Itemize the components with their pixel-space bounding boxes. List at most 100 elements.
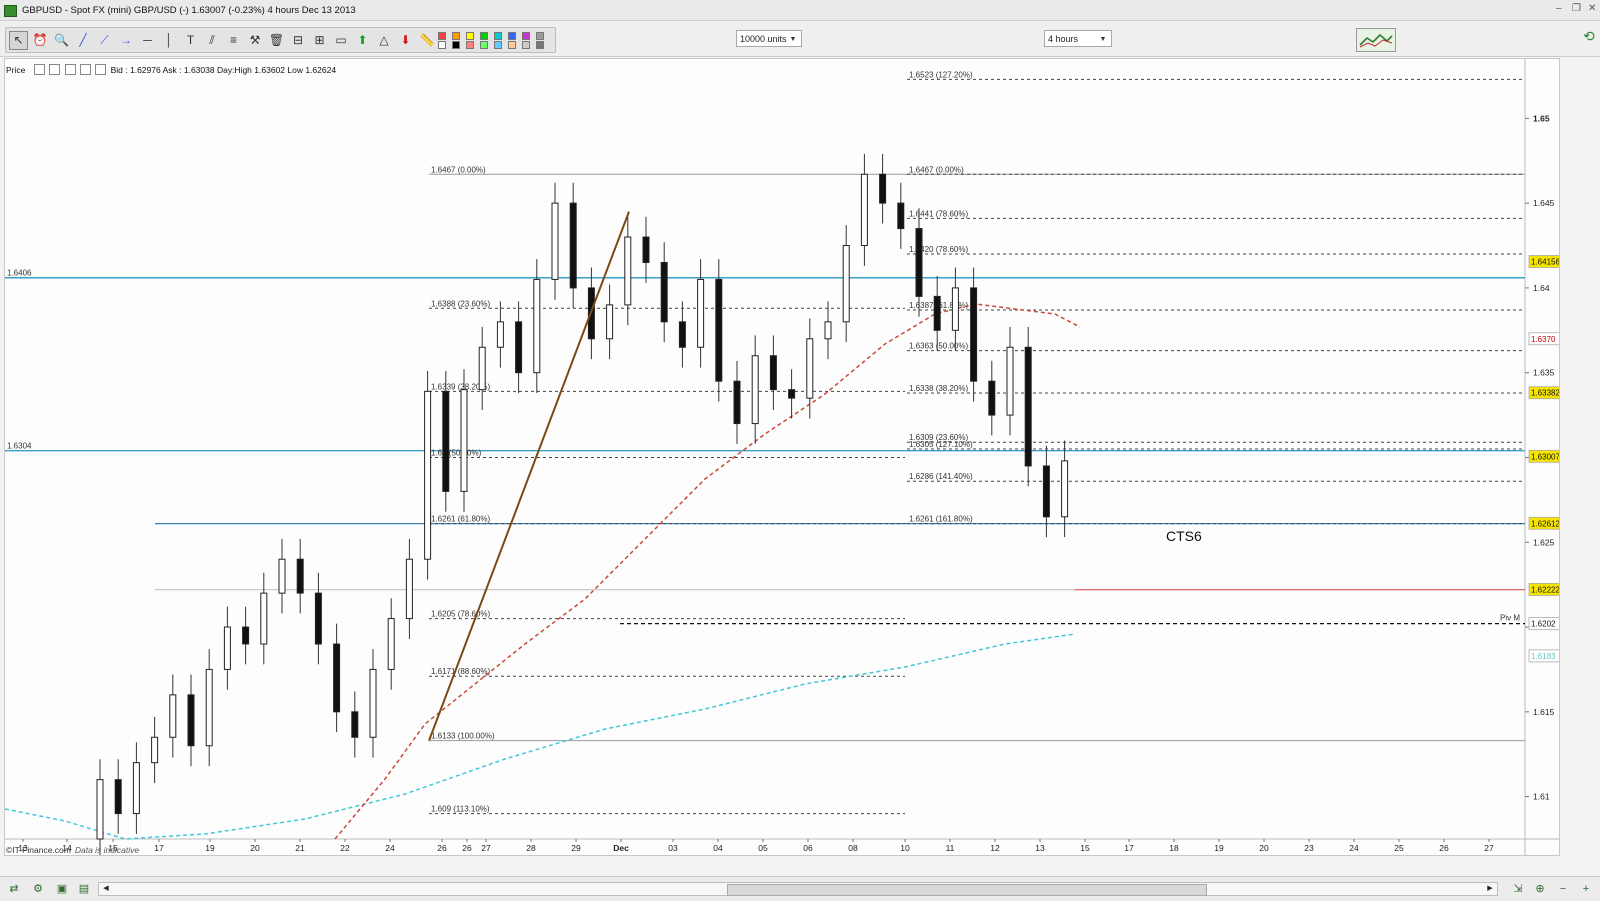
horizontal-line-icon[interactable]: ─: [138, 31, 157, 50]
candle-body: [551, 202, 559, 280]
copyright-note: ©IT-Finance.com Data is indicative: [6, 845, 139, 855]
zoom-out-icon[interactable]: −: [1555, 881, 1571, 897]
color-swatch[interactable]: [508, 32, 516, 40]
color-swatch[interactable]: [536, 41, 544, 49]
settings-icon[interactable]: ⚙: [30, 881, 46, 897]
properties-icon[interactable]: [33, 64, 45, 75]
tools-icon[interactable]: ⚒: [246, 31, 265, 50]
zoom-reset-icon[interactable]: ⊕: [1532, 881, 1548, 897]
candle-body: [642, 236, 650, 263]
zoom-icon[interactable]: 🔍: [52, 31, 71, 50]
text-icon[interactable]: T: [181, 31, 200, 50]
x-tick-label: 17: [154, 843, 164, 853]
fib-right-label: 1.6523 (127.20%): [909, 70, 973, 79]
color-swatch[interactable]: [466, 32, 474, 40]
status-bar: ⇄ ⚙ ▣ ▤ ◀ ▶ ⇲ ⊕ − +: [0, 876, 1600, 901]
y-tick-label: 1.645: [1533, 198, 1555, 208]
panel-toggle-icon[interactable]: ⟲: [1583, 28, 1597, 52]
vertical-line-icon[interactable]: │: [160, 31, 179, 50]
fib-extension-icon[interactable]: ⊞: [310, 31, 329, 50]
color-swatch[interactable]: [480, 41, 488, 49]
fib-left-label: 1.6171 (88.60%): [431, 667, 490, 676]
fib-left-label: 1.63 (50.00%): [431, 448, 482, 457]
sell-arrow-icon[interactable]: ⬇: [396, 31, 415, 50]
color-swatch[interactable]: [494, 32, 502, 40]
fib-left-label: 1.6467 (0.00%): [431, 165, 486, 174]
fib-left-label: 1.609 (113.10%): [431, 805, 490, 814]
rectangle-icon[interactable]: ▭: [332, 31, 351, 50]
restore-button[interactable]: ❐: [1572, 3, 1581, 14]
minimize-button[interactable]: –: [1556, 3, 1562, 14]
x-tick-label: 26: [1439, 843, 1449, 853]
candle-body: [733, 380, 741, 425]
new-chart-icon[interactable]: ⇄: [6, 881, 22, 897]
chart-area[interactable]: 1.611.6151.621.6251.631.6351.641.6451.65…: [4, 58, 1560, 856]
price-chart[interactable]: 1.611.6151.621.6251.631.6351.641.6451.65…: [5, 59, 1559, 855]
color-swatch[interactable]: [452, 32, 460, 40]
candle-body: [1006, 346, 1014, 416]
buy-arrow-icon[interactable]: ⬆: [353, 31, 372, 50]
fit-icon[interactable]: ⇲: [1510, 881, 1526, 897]
color-swatch[interactable]: [438, 41, 446, 49]
color-swatch[interactable]: [438, 32, 446, 40]
units-dropdown[interactable]: 10000 units ▼: [736, 30, 802, 47]
candle-body: [788, 389, 796, 399]
y-tick-label: 1.65: [1533, 113, 1550, 123]
x-tick-label: 28: [526, 843, 536, 853]
horizontal-level-label: 1.6406: [7, 269, 32, 278]
x-tick-label: 25: [1394, 843, 1404, 853]
add-icon[interactable]: [95, 64, 107, 75]
pin-icon[interactable]: [79, 64, 91, 75]
candle-body: [915, 228, 923, 297]
save-icon[interactable]: ▣: [54, 881, 70, 897]
chart-style-icon[interactable]: [1356, 28, 1396, 52]
trend-line-icon[interactable]: ⟋: [95, 31, 114, 50]
candle-body: [678, 321, 686, 348]
x-tick-label: 06: [803, 843, 813, 853]
price-tag-label: 1.6183: [1531, 652, 1556, 661]
candle-body: [151, 736, 159, 764]
alarm-icon[interactable]: ⏰: [31, 31, 50, 50]
candle-body: [769, 355, 777, 391]
timeframe-dropdown[interactable]: 4 hours ▼: [1044, 30, 1112, 47]
y-tick-label: 1.625: [1533, 537, 1555, 547]
ruler-icon[interactable]: 📏: [418, 31, 437, 50]
delete-icon[interactable]: 🗑: [267, 31, 286, 50]
color-swatch[interactable]: [536, 32, 544, 40]
scroll-right-icon[interactable]: ▶: [1484, 883, 1496, 895]
price-tag-label: 1.63382: [1531, 389, 1559, 398]
units-value: 10000 units: [740, 34, 787, 44]
fibonacci-icon[interactable]: ≡: [224, 31, 243, 50]
candle-body: [132, 762, 140, 815]
scroll-thumb[interactable]: [727, 884, 1207, 896]
channel-icon[interactable]: ⫽: [203, 31, 222, 50]
candle-body: [278, 558, 286, 594]
horizontal-scrollbar[interactable]: ◀ ▶: [98, 882, 1498, 896]
scroll-left-icon[interactable]: ◀: [100, 883, 112, 895]
x-tick-label: 11: [946, 843, 955, 853]
color-swatch[interactable]: [522, 41, 530, 49]
y-tick-label: 1.64: [1533, 283, 1550, 293]
chevron-down-icon: ▼: [789, 36, 797, 43]
color-swatch[interactable]: [494, 41, 502, 49]
color-swatch[interactable]: [466, 41, 474, 49]
zoom-in-icon[interactable]: +: [1578, 881, 1594, 897]
close-button[interactable]: ✕: [1588, 3, 1596, 14]
fib-right-label: 1.6338 (38.20%): [909, 384, 968, 393]
close-icon[interactable]: [64, 64, 76, 75]
color-swatch[interactable]: [508, 41, 516, 49]
color-swatch[interactable]: [452, 41, 460, 49]
fib-right-label: 1.6467 (0.00%): [909, 165, 964, 174]
candle-body: [96, 779, 104, 840]
copy-icon[interactable]: [49, 64, 61, 75]
y-tick-label: 1.615: [1533, 707, 1555, 717]
grid-icon[interactable]: ▤: [76, 881, 92, 897]
ray-icon[interactable]: →: [117, 31, 136, 50]
fib-retracement-icon[interactable]: ⊟: [289, 31, 308, 50]
color-swatch[interactable]: [522, 32, 530, 40]
color-swatch[interactable]: [480, 32, 488, 40]
triangle-icon[interactable]: △: [375, 31, 394, 50]
candle-body: [442, 390, 450, 492]
pointer-icon[interactable]: ↖: [9, 31, 28, 50]
line-icon[interactable]: ╱: [74, 31, 93, 50]
